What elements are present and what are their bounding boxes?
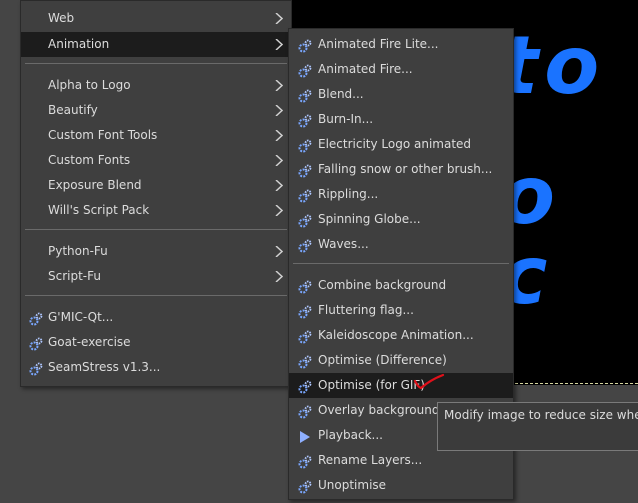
gears-icon (298, 162, 312, 178)
menu-item-custom-fonts[interactable]: Custom Fonts (21, 148, 291, 173)
gears-icon (298, 278, 312, 294)
menu-item-custom-font-tools[interactable]: Custom Font Tools (21, 123, 291, 148)
tooltip-text: Modify image to reduce size when (444, 408, 638, 422)
gears-icon (298, 378, 312, 394)
menu-item-web[interactable]: Web (21, 6, 291, 31)
menu-item-script-fu[interactable]: Script-Fu (21, 264, 291, 289)
menu-item-gmic-qt[interactable]: G'MIC-Qt... (21, 305, 291, 330)
gears-icon (298, 187, 312, 203)
gears-icon (298, 478, 312, 494)
chevron-right-icon (275, 73, 285, 98)
filters-menu: Web Animation Alpha to Logo Beautify Cus… (20, 0, 292, 387)
menu-item-animation[interactable]: Animation (21, 32, 291, 57)
menu-separator (25, 229, 287, 230)
chevron-right-icon (275, 173, 285, 198)
chevron-right-icon (275, 123, 285, 148)
gears-icon (298, 353, 312, 369)
chevron-right-icon (275, 264, 285, 289)
chevron-right-icon (275, 32, 285, 57)
gears-icon (298, 112, 312, 128)
menu-item-exposure-blend[interactable]: Exposure Blend (21, 173, 291, 198)
menu-item-fluttering-flag[interactable]: Fluttering flag... (289, 298, 513, 323)
gears-icon (298, 237, 312, 253)
menu-item-optimise-difference[interactable]: Optimise (Difference) (289, 348, 513, 373)
canvas-logo-line-1: to (500, 19, 606, 112)
menu-item-optimise-for-gif[interactable]: Optimise (for GIF) (289, 373, 513, 398)
gears-icon (29, 310, 43, 326)
menu-item-blend[interactable]: Blend... (289, 82, 513, 107)
menu-separator (25, 295, 287, 296)
canvas-logo-line-2: o c (500, 149, 561, 322)
menu-item-combine-background[interactable]: Combine background (289, 273, 513, 298)
chevron-right-icon (275, 198, 285, 223)
gears-icon (298, 328, 312, 344)
menu-item-seamstress[interactable]: SeamStress v1.3... (21, 355, 291, 380)
menu-item-goat-exercise[interactable]: Goat-exercise (21, 330, 291, 355)
menu-item-animated-fire-lite[interactable]: Animated Fire Lite... (289, 32, 513, 57)
gears-icon (298, 403, 312, 419)
menu-separator (293, 263, 509, 264)
checkmark-annotation-icon (413, 373, 445, 390)
gears-icon (298, 87, 312, 103)
menu-item-wills-script-pack[interactable]: Will's Script Pack (21, 198, 291, 223)
menu-item-rename-layers[interactable]: Rename Layers... (289, 448, 513, 473)
menu-item-waves[interactable]: Waves... (289, 232, 513, 257)
tooltip: Modify image to reduce size when (437, 402, 638, 451)
menu-separator (25, 63, 287, 64)
gears-icon (298, 62, 312, 78)
gears-icon (298, 303, 312, 319)
menu-item-unoptimise[interactable]: Unoptimise (289, 473, 513, 498)
gears-icon (298, 453, 312, 469)
chevron-right-icon (275, 148, 285, 173)
play-icon (298, 428, 312, 443)
gears-icon (29, 335, 43, 351)
menu-item-alpha-to-logo[interactable]: Alpha to Logo (21, 73, 291, 98)
gears-icon (298, 137, 312, 153)
menu-item-python-fu[interactable]: Python-Fu (21, 239, 291, 264)
menu-item-burn-in[interactable]: Burn-In... (289, 107, 513, 132)
menu-item-kaleidoscope[interactable]: Kaleidoscope Animation... (289, 323, 513, 348)
gears-icon (298, 212, 312, 228)
gears-icon (29, 360, 43, 376)
menu-item-falling-snow[interactable]: Falling snow or other brush... (289, 157, 513, 182)
gears-icon (298, 37, 312, 53)
menu-item-rippling[interactable]: Rippling... (289, 182, 513, 207)
chevron-right-icon (275, 6, 285, 31)
chevron-right-icon (275, 98, 285, 123)
menu-item-beautify[interactable]: Beautify (21, 98, 291, 123)
chevron-right-icon (275, 239, 285, 264)
menu-item-electricity-logo[interactable]: Electricity Logo animated (289, 132, 513, 157)
menu-item-spinning-globe[interactable]: Spinning Globe... (289, 207, 513, 232)
menu-item-animated-fire[interactable]: Animated Fire... (289, 57, 513, 82)
